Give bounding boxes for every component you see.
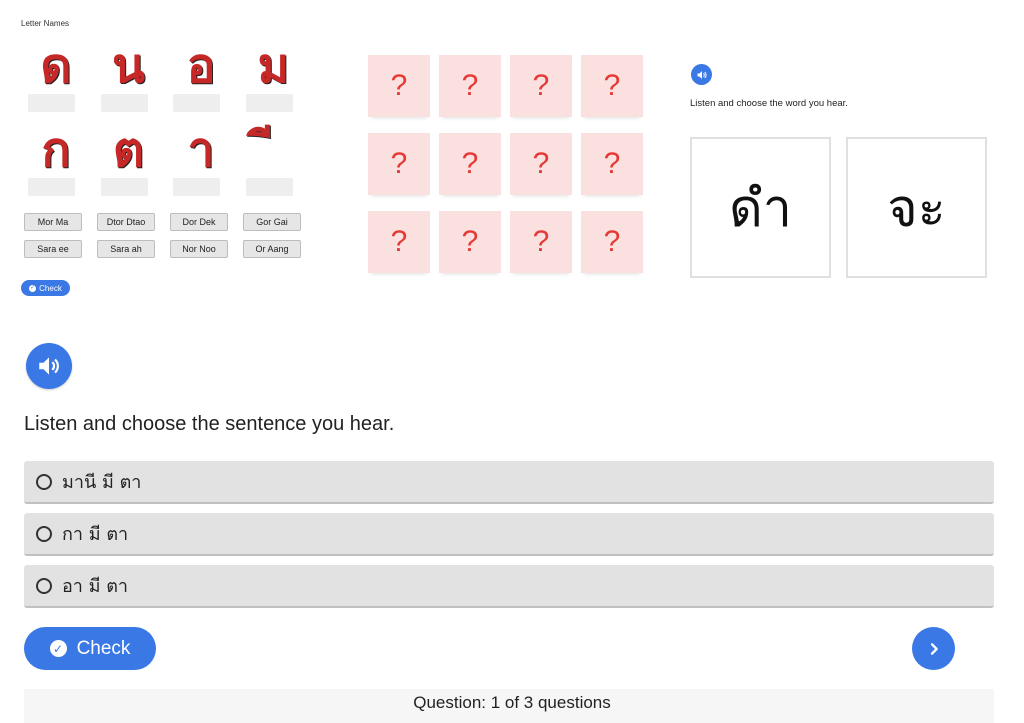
sentence-audio-button[interactable]: [26, 343, 72, 389]
memory-card[interactable]: ?: [510, 211, 572, 273]
name-chip[interactable]: Mor Ma: [24, 213, 82, 231]
memory-card[interactable]: ?: [439, 211, 501, 273]
name-chip[interactable]: Sara ee: [24, 240, 82, 258]
sentence-check-button[interactable]: ✓ Check: [24, 627, 156, 670]
name-drop-slot[interactable]: [173, 94, 220, 112]
check-circle-icon: ✓: [29, 284, 37, 292]
name-drop-slot[interactable]: [100, 178, 148, 196]
letter-cell: ม: [242, 40, 315, 124]
next-question-button[interactable]: [912, 627, 955, 670]
memory-card[interactable]: ?: [581, 55, 643, 117]
option-text: อา มี ตา: [62, 576, 129, 597]
memory-card[interactable]: ?: [439, 55, 501, 117]
thai-letter-glyph: น: [112, 38, 145, 94]
letter-row: ก ต า ี: [24, 124, 314, 208]
name-chip[interactable]: Or Aang: [243, 240, 301, 258]
memory-card[interactable]: ?: [510, 55, 572, 117]
name-drop-slot[interactable]: [245, 94, 293, 112]
word-choice-card[interactable]: ดำ: [690, 137, 831, 278]
name-chip[interactable]: Dtor Dtao: [97, 213, 155, 231]
name-drop-slot[interactable]: [173, 178, 220, 196]
name-chip[interactable]: Sara ah: [97, 240, 155, 258]
letter-cell: า: [169, 124, 242, 208]
thai-letter-glyph: ต: [112, 122, 145, 178]
speaker-icon: [697, 70, 707, 79]
option-text: กา มี ตา: [62, 524, 129, 545]
memory-card[interactable]: ?: [368, 133, 430, 195]
question-progress: Question: 1 of 3 questions: [413, 693, 611, 712]
memory-card[interactable]: ?: [510, 133, 572, 195]
letter-name-chips: Mor Ma Dtor Dtao Dor Dek Gor Gai Sara ee…: [24, 213, 316, 258]
thai-letter-glyph: ี: [246, 124, 302, 176]
thai-letter-glyph: ด: [40, 38, 72, 94]
letter-cell: ต: [97, 124, 170, 208]
sentence-option[interactable]: อา มี ตา: [24, 565, 994, 608]
memory-card[interactable]: ?: [368, 211, 430, 273]
name-drop-slot[interactable]: [28, 94, 75, 112]
memory-card[interactable]: ?: [368, 55, 430, 117]
option-text: มานี มี ตา: [62, 472, 142, 493]
check-label: Check: [39, 283, 62, 293]
radio-button[interactable]: [36, 473, 52, 490]
sentence-option[interactable]: มานี มี ตา: [24, 461, 994, 504]
thai-letter-glyph: า: [187, 122, 215, 178]
thai-letter-glyph: ม: [257, 38, 290, 94]
letter-cell: ก: [24, 124, 97, 208]
radio-button[interactable]: [36, 525, 52, 542]
letter-cell: น: [97, 40, 170, 124]
name-drop-slot[interactable]: [245, 178, 293, 196]
memory-card[interactable]: ?: [581, 133, 643, 195]
letter-cell: ด: [24, 40, 97, 124]
memory-card[interactable]: ?: [581, 211, 643, 273]
check-circle-icon: ✓: [49, 640, 67, 657]
sentence-quiz-prompt: Listen and choose the sentence you hear.: [24, 413, 395, 435]
chevron-right-icon: [930, 642, 938, 655]
thai-letter-glyph: ก: [41, 122, 71, 178]
thai-letter-glyph: อ: [186, 38, 216, 94]
name-drop-slot[interactable]: [28, 178, 75, 196]
letter-cell: ี: [242, 124, 315, 208]
name-chip[interactable]: Dor Dek: [170, 213, 228, 231]
letter-names-title: Letter Names: [21, 19, 70, 28]
name-chip[interactable]: Gor Gai: [243, 213, 301, 231]
memory-card[interactable]: ?: [439, 133, 501, 195]
name-drop-slot[interactable]: [100, 94, 148, 112]
word-audio-button[interactable]: [691, 64, 712, 85]
word-choice-card[interactable]: จะ: [846, 137, 987, 278]
word-quiz-prompt: Listen and choose the word you hear.: [690, 98, 848, 109]
sentence-option[interactable]: กา มี ตา: [24, 513, 994, 556]
letter-tracing-grid: ด น อ ม ก ต า ี: [24, 40, 314, 208]
memory-card-grid: ? ? ? ? ? ? ? ? ? ? ? ?: [368, 55, 643, 273]
speaker-icon: [39, 357, 59, 375]
letter-row: ด น อ ม: [24, 40, 314, 124]
letter-check-button[interactable]: ✓ Check: [21, 280, 70, 296]
check-label: Check: [76, 637, 131, 659]
radio-button[interactable]: [36, 577, 52, 594]
name-chip[interactable]: Nor Noo: [170, 240, 228, 258]
letter-cell: อ: [169, 40, 242, 124]
